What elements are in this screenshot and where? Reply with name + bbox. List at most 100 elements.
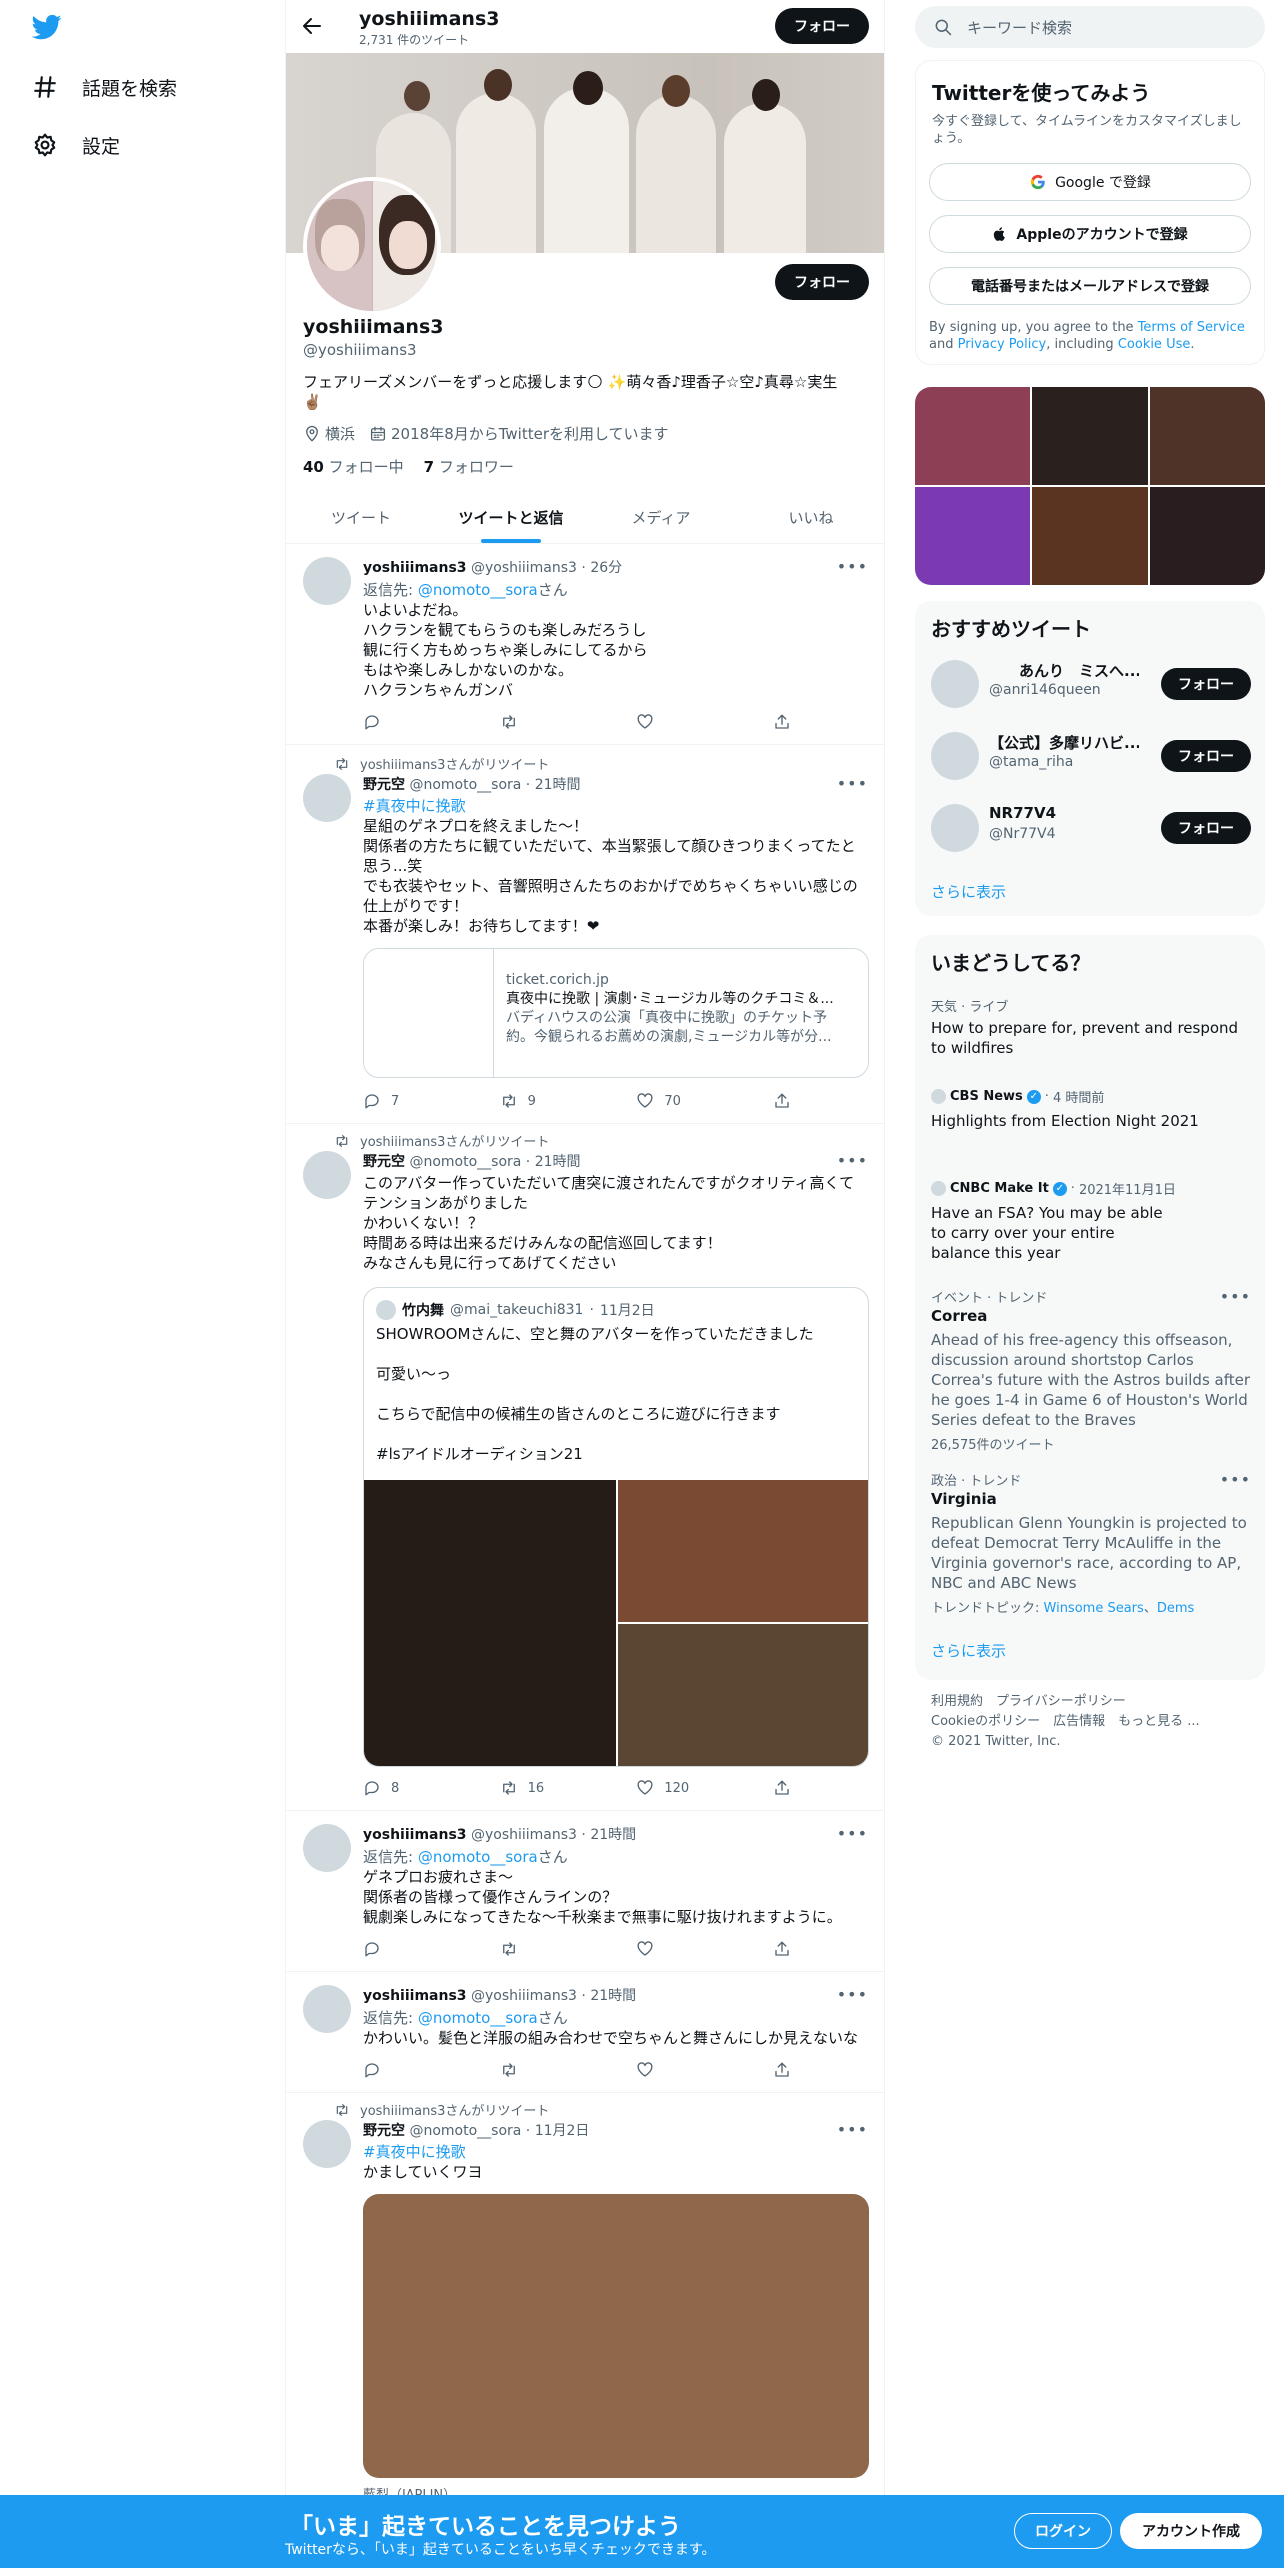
like-button[interactable]: 120 xyxy=(636,1779,736,1797)
header-follow-button[interactable]: フォロー xyxy=(775,8,869,44)
avatar[interactable] xyxy=(303,1151,351,1199)
terms-link[interactable]: Terms of Service xyxy=(1138,320,1245,335)
tweet[interactable]: ••• yoshiiimans3 @yoshiiimans3 · 21時間 返信… xyxy=(286,1973,884,2093)
suggested-user[interactable]: あんり ミスへ... @anri146queen フォロー xyxy=(931,654,1251,714)
tweet-author-handle[interactable]: @nomoto__sora xyxy=(409,2123,521,2139)
reply-to-link[interactable]: @nomoto__sora xyxy=(418,2009,538,2027)
more-icon[interactable]: ••• xyxy=(1220,1287,1251,1306)
avatar[interactable] xyxy=(303,1985,351,2033)
tweet[interactable]: ••• yoshiiimans3 @yoshiiimans3 · 26分 返信先… xyxy=(286,545,884,745)
hashtag-link[interactable]: #真夜中に挽歌 xyxy=(363,796,871,816)
retweeted-by[interactable]: yoshiiimans3さんがリツイート xyxy=(360,2100,549,2119)
show-more-link[interactable]: さらに表示 xyxy=(931,1640,1006,1661)
quote-image[interactable] xyxy=(618,1480,868,1622)
tweet[interactable]: yoshiiimans3さんがリツイート ••• 野元空 @nomoto__so… xyxy=(286,2094,884,2514)
tweet-author-handle[interactable]: @yoshiiimans3 xyxy=(471,560,577,576)
retweet-button[interactable] xyxy=(500,713,600,731)
profile-follow-button[interactable]: フォロー xyxy=(775,264,869,300)
like-button[interactable] xyxy=(636,2061,736,2079)
apple-signup-button[interactable]: Appleのアカウントで登録 xyxy=(929,215,1251,253)
share-button[interactable] xyxy=(773,2061,793,2079)
retweeted-by[interactable]: yoshiiimans3さんがリツイート xyxy=(360,754,549,773)
share-button[interactable] xyxy=(773,713,793,731)
signup-button[interactable]: アカウント作成 xyxy=(1120,2513,1262,2549)
tweet-author-handle[interactable]: @yoshiiimans3 xyxy=(471,1988,577,2004)
avatar[interactable] xyxy=(303,774,351,822)
avatar[interactable] xyxy=(303,2120,351,2168)
quote-image[interactable] xyxy=(364,1480,616,1766)
reply-to-link[interactable]: @nomoto__sora xyxy=(418,1848,538,1866)
cookie-link[interactable]: Cookie Use xyxy=(1118,337,1191,352)
avatar[interactable] xyxy=(303,557,351,605)
tab-tweets-and-replies[interactable]: ツイートと返信 xyxy=(436,492,586,543)
trend-item[interactable]: CBS News ✓ · 4 時間前 Highlights from Elect… xyxy=(931,1087,1251,1131)
avatar[interactable] xyxy=(931,732,979,780)
reply-to-link[interactable]: @nomoto__sora xyxy=(418,581,538,599)
reply-button[interactable] xyxy=(363,713,463,731)
tweet[interactable]: ••• yoshiiimans3 @yoshiiimans3 · 21時間 返信… xyxy=(286,1812,884,1972)
privacy-link[interactable]: Privacy Policy xyxy=(958,337,1047,352)
tweet-time[interactable]: 11月2日 xyxy=(535,2123,590,2139)
phone-email-signup-button[interactable]: 電話番号またはメールアドレスで登録 xyxy=(929,267,1251,305)
retweet-button[interactable]: 9 xyxy=(500,1092,600,1110)
show-more-link[interactable]: さらに表示 xyxy=(931,881,1006,902)
avatar[interactable] xyxy=(303,1824,351,1872)
reply-button[interactable]: 7 xyxy=(363,1092,463,1110)
media-thumbnail[interactable] xyxy=(1032,487,1148,585)
share-button[interactable] xyxy=(773,1940,793,1958)
trend-item[interactable]: イベント · トレンド ••• Correa Ahead of his free… xyxy=(931,1287,1251,1453)
trend-item[interactable]: CNBC Make It ✓ · 2021年11月1日 Have an FSA?… xyxy=(931,1179,1251,1263)
following-link[interactable]: 40 フォロー中 xyxy=(303,456,404,477)
retweet-button[interactable] xyxy=(500,2061,600,2079)
tweet-author-name[interactable]: 野元空 xyxy=(363,2123,405,2139)
share-button[interactable] xyxy=(773,1779,793,1797)
media-thumbnail[interactable] xyxy=(915,387,1031,485)
retweeted-by[interactable]: yoshiiimans3さんがリツイート xyxy=(360,1131,549,1150)
tweet-time[interactable]: 21時間 xyxy=(590,1988,636,2004)
follow-button[interactable]: フォロー xyxy=(1161,740,1251,772)
twitter-logo-icon[interactable] xyxy=(30,12,64,42)
hashtag-link[interactable]: #真夜中に挽歌 xyxy=(363,2142,871,2162)
login-button[interactable]: ログイン xyxy=(1014,2513,1112,2549)
avatar[interactable] xyxy=(931,804,979,852)
topic-link[interactable]: Winsome Sears xyxy=(1044,1601,1144,1616)
google-signup-button[interactable]: Google で登録 xyxy=(929,163,1251,201)
tweet-author-name[interactable]: yoshiiimans3 xyxy=(363,1827,467,1843)
search-box[interactable]: キーワード検索 xyxy=(915,6,1265,48)
media-thumbnail[interactable] xyxy=(915,487,1031,585)
like-button[interactable] xyxy=(636,713,736,731)
tab-likes[interactable]: いいね xyxy=(736,492,884,543)
tweet-author-handle[interactable]: @nomoto__sora xyxy=(409,1154,521,1170)
footer-line[interactable]: 利用規約 プライバシーポリシー xyxy=(931,1692,1200,1712)
reply-button[interactable] xyxy=(363,2061,463,2079)
tab-tweets[interactable]: ツイート xyxy=(286,492,436,543)
trend-item[interactable]: 政治 · トレンド ••• Virginia Republican Glenn … xyxy=(931,1470,1251,1616)
tweet-time[interactable]: 21時間 xyxy=(535,777,581,793)
tweet-time[interactable]: 21時間 xyxy=(535,1154,581,1170)
media-thumbnail[interactable] xyxy=(1149,387,1265,485)
reply-button[interactable] xyxy=(363,1940,463,1958)
suggested-user[interactable]: NR77V4 @Nr77V4 フォロー xyxy=(931,798,1251,858)
quote-image[interactable] xyxy=(618,1624,868,1766)
followers-link[interactable]: 7 フォロワー xyxy=(424,456,514,477)
like-button[interactable] xyxy=(636,1940,736,1958)
topic-link[interactable]: Dems xyxy=(1157,1601,1194,1616)
trend-item[interactable]: 天気 · ライブ How to prepare for, prevent and… xyxy=(931,996,1251,1058)
retweet-button[interactable]: 16 xyxy=(500,1779,600,1797)
tweet-time[interactable]: 21時間 xyxy=(590,1827,636,1843)
like-button[interactable]: 70 xyxy=(636,1092,736,1110)
quoted-tweet[interactable]: 竹内舞 @mai_takeuchi831 · 11月2日 SHOWROOMさんに… xyxy=(363,1287,869,1767)
tweet-author-name[interactable]: 野元空 xyxy=(363,1154,405,1170)
share-button[interactable] xyxy=(773,1092,793,1110)
media-thumbnail[interactable] xyxy=(1149,487,1265,585)
media-thumbnail[interactable] xyxy=(1032,387,1148,485)
avatar[interactable] xyxy=(931,660,979,708)
retweet-button[interactable] xyxy=(500,1940,600,1958)
search-input[interactable]: キーワード検索 xyxy=(967,17,1072,38)
tweet[interactable]: yoshiiimans3さんがリツイート ••• 野元空 @nomoto__so… xyxy=(286,746,884,1124)
tweet[interactable]: yoshiiimans3さんがリツイート ••• 野元空 @nomoto__so… xyxy=(286,1125,884,1811)
follow-button[interactable]: フォロー xyxy=(1161,668,1251,700)
tweet-author-name[interactable]: 野元空 xyxy=(363,777,405,793)
tweet-author-name[interactable]: yoshiiimans3 xyxy=(363,560,467,576)
nav-explore[interactable]: 話題を検索 xyxy=(32,67,177,107)
